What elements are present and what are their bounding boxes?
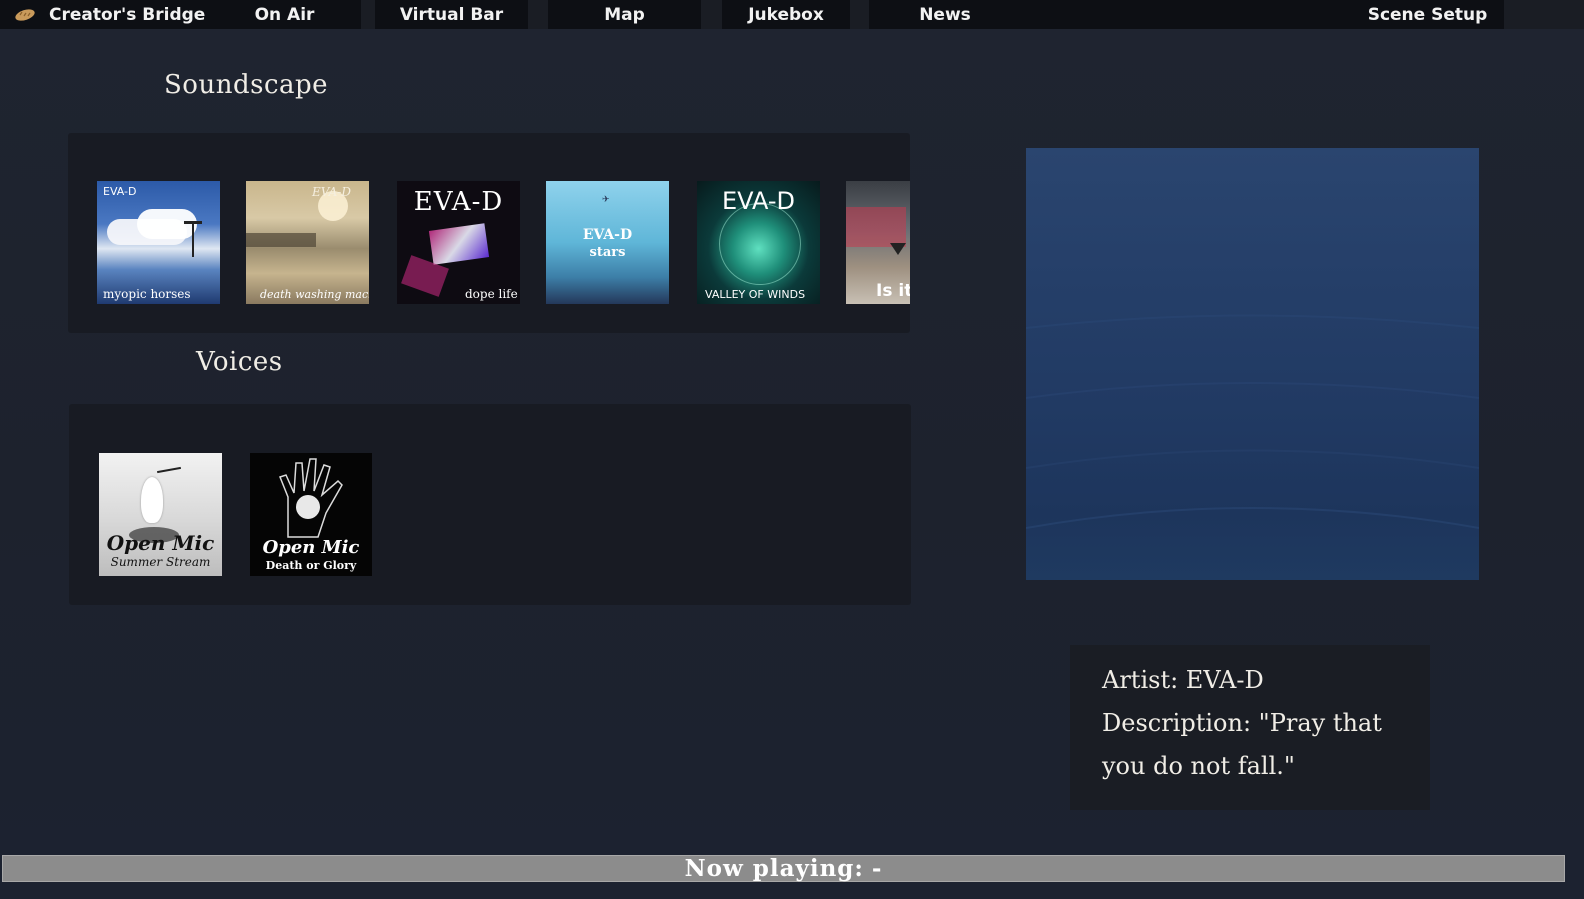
description-line: Description: "Pray that you do not fall.…	[1102, 709, 1382, 780]
album-subtitle: Death or Glory	[265, 559, 357, 572]
tab-jukebox[interactable]: Jukebox	[722, 0, 850, 29]
top-nav: Creator's Bridge On Air Virtual Bar Map …	[0, 0, 1584, 29]
tab-virtual-bar[interactable]: Virtual Bar	[375, 0, 528, 29]
album-caption: death washing machine	[260, 288, 369, 301]
album-open-mic-death-or-glory[interactable]: Open Mic Death or Glory	[250, 453, 372, 576]
album-artist-label: EVA-D	[413, 187, 504, 217]
album-dope-life[interactable]: EVA-D dope life	[397, 181, 520, 304]
album-stars[interactable]: ✈ EVA-D stars	[546, 181, 669, 304]
album-subtitle: Summer Stream	[110, 555, 211, 569]
soundscape-panel: EVA-D myopic horses EVA-D death washing …	[68, 133, 910, 333]
album-is-it[interactable]: Is it	[846, 181, 910, 304]
album-myopic-horses[interactable]: EVA-D myopic horses	[97, 181, 220, 304]
album-caption: myopic horses	[103, 287, 191, 301]
bird-icon: ✈	[602, 195, 610, 205]
now-playing-bar: Now playing: -	[2, 855, 1565, 882]
soundscape-heading: Soundscape	[164, 70, 329, 100]
brand-label: Creator's Bridge	[49, 4, 206, 25]
tab-on-air[interactable]: On Air	[208, 0, 361, 29]
album-valley-of-winds[interactable]: EVA-D VALLEY OF WINDS	[697, 181, 820, 304]
album-title: Open Mic	[262, 537, 360, 558]
artist-line: Artist: EVA-D	[1102, 666, 1264, 694]
album-art-preview	[1026, 148, 1479, 580]
album-title: Open Mic	[106, 531, 215, 555]
album-caption: dope life	[465, 287, 518, 301]
preview-ripples	[1026, 314, 1479, 529]
album-caption: Is it	[876, 281, 910, 301]
album-open-mic-summer-stream[interactable]: Open Mic Summer Stream	[99, 453, 222, 576]
now-playing-value: -	[871, 855, 883, 882]
now-playing-label: Now playing:	[684, 855, 864, 882]
tab-news[interactable]: News	[869, 0, 1021, 29]
voices-panel: Open Mic Summer Stream Open Mic Death or…	[69, 404, 911, 605]
album-caption: stars	[589, 245, 626, 260]
nav-spacer	[1021, 0, 1351, 29]
voices-heading: Voices	[196, 347, 283, 377]
tab-map[interactable]: Map	[548, 0, 701, 29]
tab-creators-bridge[interactable]: Creator's Bridge	[0, 0, 208, 29]
bread-icon	[15, 8, 35, 21]
album-artist-label: EVA-D	[312, 185, 351, 199]
album-artist-label: EVA-D	[721, 187, 796, 215]
album-death-washing-machine[interactable]: EVA-D death washing machine	[246, 181, 369, 304]
album-artist-label: EVA-D	[582, 227, 633, 243]
album-caption: VALLEY OF WINDS	[705, 288, 806, 301]
album-artist-label: EVA-D	[103, 185, 137, 198]
hand-icon	[279, 458, 343, 538]
track-info-box: Artist: EVA-D Description: "Pray that yo…	[1070, 645, 1430, 810]
tab-scene-setup[interactable]: Scene Setup	[1351, 0, 1504, 29]
